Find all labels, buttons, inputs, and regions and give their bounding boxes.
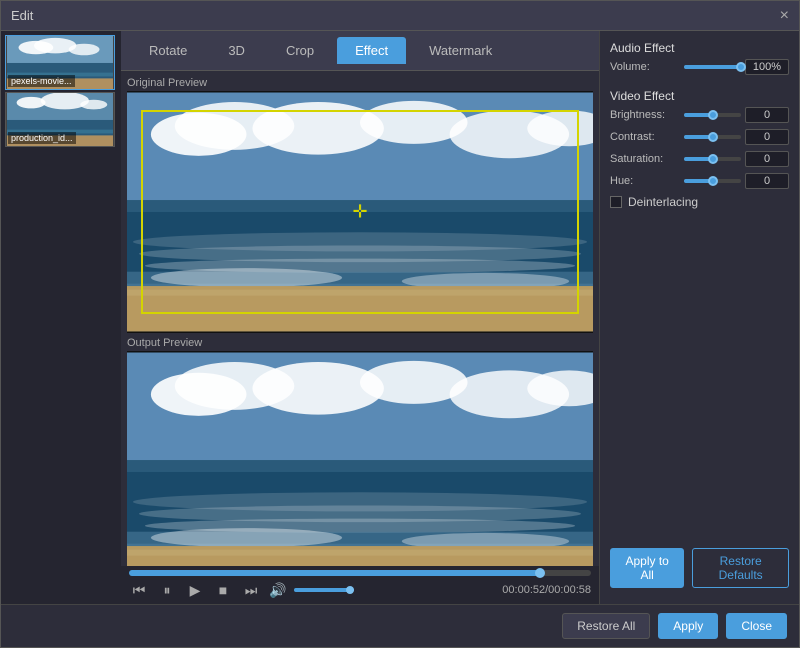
volume-label: Volume: <box>610 61 680 73</box>
saturation-control-row: Saturation: <box>610 151 789 167</box>
apply-to-all-button[interactable]: Apply to All <box>610 548 684 588</box>
audio-effect-title: Audio Effect <box>610 41 789 55</box>
volume-control-row: Volume: <box>610 59 789 75</box>
brightness-thumb <box>708 110 718 120</box>
close-button[interactable]: Close <box>726 613 787 639</box>
saturation-thumb <box>708 154 718 164</box>
tab-3d[interactable]: 3D <box>210 37 263 64</box>
hue-control-row: Hue: <box>610 173 789 189</box>
progress-fill <box>129 570 540 576</box>
tab-rotate[interactable]: Rotate <box>131 37 205 64</box>
brightness-label: Brightness: <box>610 109 680 121</box>
sidebar-item-thumb-2[interactable]: production_id... <box>5 92 115 147</box>
stop-button[interactable]: ■ <box>213 580 233 600</box>
apply-button[interactable]: Apply <box>658 613 718 639</box>
thumb-2-label: production_id... <box>8 132 76 144</box>
volume-fill <box>684 65 741 69</box>
saturation-input[interactable] <box>745 151 789 167</box>
original-preview-section: Original Preview <box>127 77 593 333</box>
bottom-bar: Restore All Apply Close <box>1 604 799 647</box>
volume-track[interactable] <box>684 65 741 69</box>
close-window-button[interactable]: × <box>780 8 789 24</box>
previews-area: Original Preview <box>121 71 599 566</box>
restore-defaults-button[interactable]: Restore Defaults <box>692 548 789 588</box>
saturation-track[interactable] <box>684 157 741 161</box>
volume-icon: 🔊 <box>269 582 286 599</box>
right-panel-actions: Apply to All Restore Defaults <box>610 548 789 594</box>
center-panel: Rotate 3D Crop Effect Watermark Original… <box>121 31 599 604</box>
time-display: 00:00:52/00:00:58 <box>502 584 591 596</box>
sidebar-item-thumb-1[interactable]: pexels-movie... <box>5 35 115 90</box>
volume-slider[interactable] <box>294 588 354 592</box>
contrast-thumb <box>708 132 718 142</box>
contrast-input[interactable] <box>745 129 789 145</box>
brightness-track[interactable] <box>684 113 741 117</box>
apply-all-row: Apply to All Restore Defaults <box>610 548 789 588</box>
contrast-control-row: Contrast: <box>610 129 789 145</box>
volume-input[interactable] <box>745 59 789 75</box>
restore-all-button[interactable]: Restore All <box>562 613 650 639</box>
tab-crop[interactable]: Crop <box>268 37 332 64</box>
skip-forward-button[interactable]: ⏭ <box>241 580 261 600</box>
video-effect-section: Video Effect Brightness: Contrast: <box>610 89 789 209</box>
volume-handle <box>346 586 354 594</box>
output-preview-label: Output Preview <box>127 337 593 349</box>
sidebar: pexels-movie... production_id... <box>1 31 121 604</box>
thumb-1-label: pexels-movie... <box>8 75 75 87</box>
original-preview-label: Original Preview <box>127 77 593 89</box>
deinterlacing-label: Deinterlacing <box>628 195 698 209</box>
deinterlacing-row: Deinterlacing <box>610 195 789 209</box>
brightness-control-row: Brightness: <box>610 107 789 123</box>
pause-button[interactable]: ⏸ <box>157 580 177 600</box>
right-panel: Audio Effect Volume: Video Effect Bright… <box>599 31 799 604</box>
window-title: Edit <box>11 8 33 23</box>
audio-effect-section: Audio Effect Volume: <box>610 41 789 81</box>
deinterlacing-checkbox[interactable] <box>610 196 622 208</box>
title-bar-left: Edit <box>11 8 33 23</box>
hue-label: Hue: <box>610 175 680 187</box>
progress-handle <box>535 568 545 578</box>
volume-thumb <box>736 62 746 72</box>
hue-thumb <box>708 176 718 186</box>
play-button[interactable]: ▶ <box>185 580 205 600</box>
tabs-bar: Rotate 3D Crop Effect Watermark <box>121 31 599 71</box>
title-bar: Edit × <box>1 1 799 31</box>
contrast-track[interactable] <box>684 135 741 139</box>
saturation-label: Saturation: <box>610 153 680 165</box>
video-effect-title: Video Effect <box>610 89 789 103</box>
brightness-input[interactable] <box>745 107 789 123</box>
tab-effect[interactable]: Effect <box>337 37 406 64</box>
original-preview-video: ✛ <box>127 91 593 333</box>
playback-bar: ⏮ ⏸ ▶ ■ ⏭ 🔊 00:00:52/00:00:58 <box>121 566 599 604</box>
output-preview-section: Output Preview <box>127 337 593 566</box>
progress-bar[interactable] <box>129 570 591 576</box>
edit-window: Edit × pexels-movie... <box>0 0 800 648</box>
output-preview-video <box>127 351 593 566</box>
skip-back-button[interactable]: ⏮ <box>129 580 149 600</box>
hue-input[interactable] <box>745 173 789 189</box>
hue-track[interactable] <box>684 179 741 183</box>
main-content: pexels-movie... production_id... <box>1 31 799 604</box>
contrast-label: Contrast: <box>610 131 680 143</box>
controls-row: ⏮ ⏸ ▶ ■ ⏭ 🔊 00:00:52/00:00:58 <box>129 580 591 600</box>
tab-watermark[interactable]: Watermark <box>411 37 510 64</box>
